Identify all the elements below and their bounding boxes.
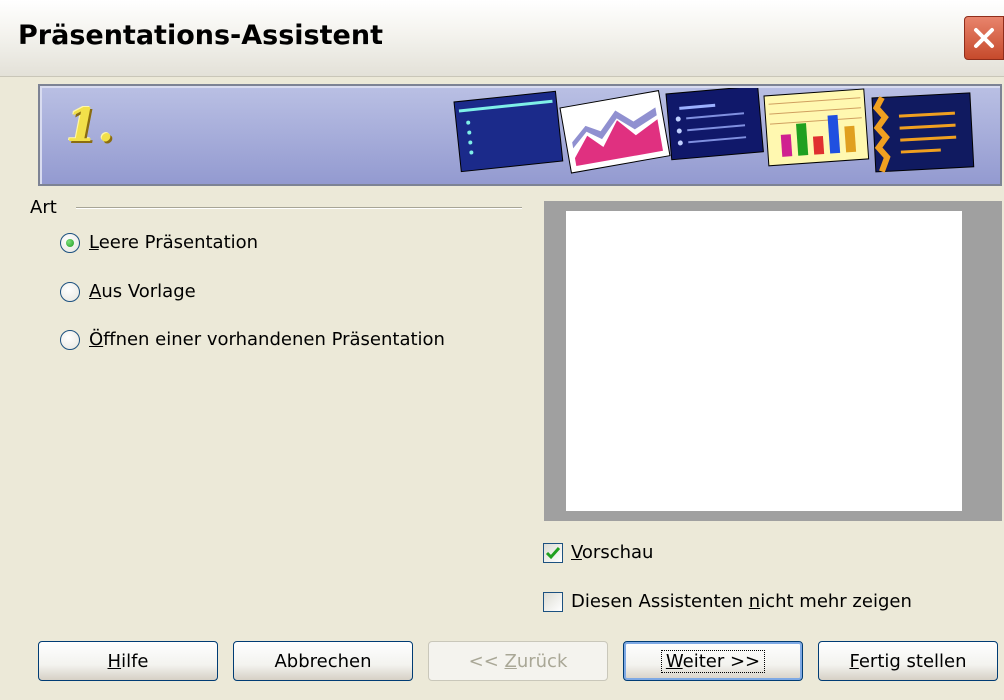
radio-empty-presentation[interactable]: Leere Präsentation (60, 232, 258, 253)
art-group-label: Art (30, 197, 57, 218)
next-button[interactable]: Weiter >> (623, 641, 803, 681)
checkbox-label: Diesen Assistenten nicht mehr zeigen (571, 591, 912, 612)
text-card-icon (871, 92, 975, 173)
slide-card-icon (453, 90, 564, 173)
wizard-banner: 1. (38, 84, 1002, 186)
radio-button-icon[interactable] (60, 281, 80, 302)
checkmark-icon (545, 546, 561, 559)
button-label: Hilfe (107, 650, 149, 672)
button-label: << Zurück (468, 650, 568, 672)
preview-frame (544, 201, 1002, 521)
checkbox-preview[interactable]: Vorschau (543, 542, 653, 563)
art-group-divider (76, 207, 522, 209)
radio-open-existing[interactable]: Öffnen einer vorhandenen Präsentation (60, 329, 445, 350)
chart-card-icon (559, 90, 671, 174)
help-button[interactable]: Hilfe (38, 641, 218, 681)
radio-button-icon[interactable] (60, 329, 80, 350)
preview-area (566, 211, 962, 511)
bullet-slide-card-icon (665, 88, 764, 161)
checkbox-box[interactable] (543, 591, 563, 612)
wizard-dialog: Präsentations-Assistent 1. Art Leere Prä… (0, 0, 1004, 700)
finish-button[interactable]: Fertig stellen (818, 641, 998, 681)
presentation-thumbnails-graphic (453, 88, 975, 174)
title-bar[interactable]: Präsentations-Assistent (0, 0, 1004, 77)
button-label: Fertig stellen (849, 650, 967, 672)
radio-label: Öffnen einer vorhandenen Präsentation (89, 329, 445, 350)
checkbox-label: Vorschau (571, 542, 654, 563)
button-label: Weiter >> (660, 649, 766, 673)
radio-selected-dot (66, 238, 74, 247)
radio-label: Leere Präsentation (89, 232, 259, 253)
window-title: Präsentations-Assistent (18, 20, 383, 51)
radio-button-icon[interactable] (60, 232, 80, 253)
close-x-icon (974, 28, 994, 48)
radio-label: Aus Vorlage (89, 281, 196, 302)
checkbox-dont-show-again[interactable]: Diesen Assistenten nicht mehr zeigen (543, 591, 912, 612)
back-button[interactable]: << Zurück (428, 641, 608, 681)
button-label: Abbrechen (274, 650, 372, 672)
checkbox-box[interactable] (543, 542, 563, 563)
bar-chart-card-icon (763, 88, 870, 167)
cancel-button[interactable]: Abbrechen (233, 641, 413, 681)
radio-from-template[interactable]: Aus Vorlage (60, 281, 196, 302)
close-button[interactable] (964, 16, 1004, 60)
step-number: 1. (66, 98, 115, 152)
